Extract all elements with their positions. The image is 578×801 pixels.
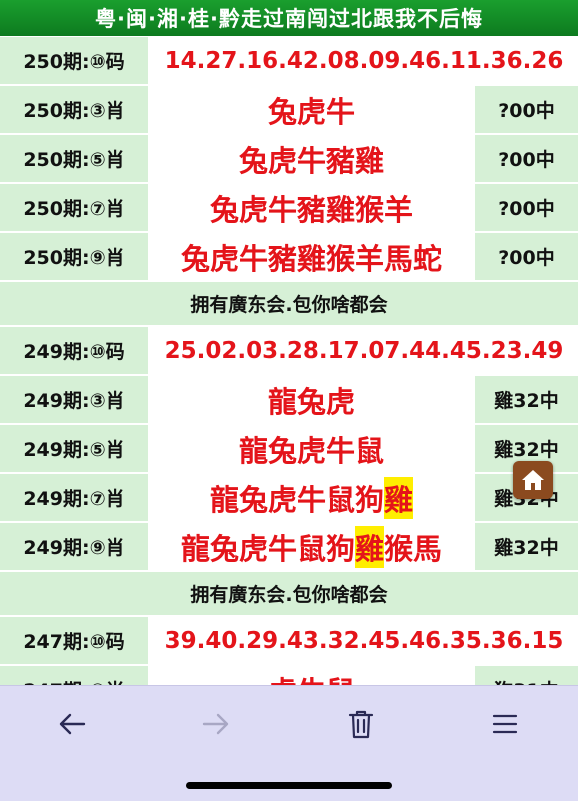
prediction-value: 39.40.29.43.32.45.46.35.36.15	[150, 617, 578, 664]
period-label: 249期:⑨肖	[0, 523, 148, 570]
table-row: 249期:③肖 龍兔虎 雞32中	[0, 376, 578, 423]
delete-button[interactable]	[341, 704, 381, 744]
period-label: 249期:⑦肖	[0, 474, 148, 521]
prediction-text: 14.27.16.42.08.09.46.11.36.26	[164, 47, 564, 74]
prediction-text: 龍兔虎牛鼠狗	[209, 482, 384, 517]
prediction-text: 龍兔虎牛鼠狗	[180, 531, 355, 566]
menu-icon	[492, 714, 518, 734]
prediction-text: 兔虎牛豬雞猴羊	[209, 192, 413, 227]
result-badge: 雞32中	[475, 523, 578, 570]
prediction-value: 25.02.03.28.17.07.44.45.23.49	[150, 327, 578, 374]
prediction-text: 兔虎牛豬雞	[238, 143, 384, 178]
prediction-value: 兔虎牛	[150, 86, 473, 133]
prediction-value: 兔虎牛豬雞猴羊	[150, 184, 473, 231]
prediction-text: 39.40.29.43.32.45.46.35.36.15	[164, 627, 564, 654]
highlighted-zodiac: 雞	[384, 476, 414, 519]
table-row: 250期:③肖 兔虎牛 ?00中	[0, 86, 578, 133]
period-label: 250期:⑤肖	[0, 135, 148, 182]
prediction-value: 龍兔虎牛鼠	[150, 425, 473, 472]
prediction-text: 25.02.03.28.17.07.44.45.23.49	[164, 337, 564, 364]
table-row: 249期:⑨肖 龍兔虎牛鼠狗雞猴馬 雞32中	[0, 523, 578, 570]
period-label: 249期:⑤肖	[0, 425, 148, 472]
page-title: 粤·闽·湘·桂·黔走过南闯过北跟我不后悔	[95, 7, 483, 31]
period-label: 250期:⑩码	[0, 37, 148, 84]
table-row: 250期:⑩码 14.27.16.42.08.09.46.11.36.26	[0, 37, 578, 84]
prediction-text: 兔虎牛	[267, 94, 355, 129]
table-row: 249期:⑤肖 龍兔虎牛鼠 雞32中	[0, 425, 578, 472]
table-row: 247期:③肖 虎牛鼠 狗31中	[0, 666, 578, 685]
period-label: 249期:③肖	[0, 376, 148, 423]
section-banner: 拥有廣东会.包你啥都会	[0, 572, 578, 615]
period-label: 250期:③肖	[0, 86, 148, 133]
prediction-text: 龍兔虎	[267, 384, 355, 419]
period-label: 249期:⑩码	[0, 327, 148, 374]
page-header: 粤·闽·湘·桂·黔走过南闯过北跟我不后悔	[0, 0, 578, 36]
period-label: 250期:⑦肖	[0, 184, 148, 231]
prediction-value: 兔虎牛豬雞	[150, 135, 473, 182]
prediction-value: 龍兔虎牛鼠狗雞	[150, 474, 473, 521]
menu-button[interactable]	[485, 704, 525, 744]
trash-icon	[348, 710, 374, 739]
forward-button[interactable]	[196, 704, 236, 744]
result-badge: ?00中	[475, 135, 578, 182]
table-row: 250期:⑨肖 兔虎牛豬雞猴羊馬蛇 ?00中	[0, 233, 578, 280]
home-button[interactable]	[513, 461, 553, 499]
home-indicator[interactable]	[186, 782, 392, 789]
result-badge: ?00中	[475, 184, 578, 231]
period-label: 250期:⑨肖	[0, 233, 148, 280]
table-row: 250期:⑦肖 兔虎牛豬雞猴羊 ?00中	[0, 184, 578, 231]
prediction-text: 猴馬	[384, 531, 443, 566]
prediction-text: 龍兔虎牛鼠	[238, 433, 384, 468]
forward-arrow-icon	[202, 713, 229, 735]
prediction-value: 龍兔虎	[150, 376, 473, 423]
period-label: 247期:⑩码	[0, 617, 148, 664]
prediction-text: 兔虎牛豬雞猴羊馬蛇	[180, 241, 442, 276]
prediction-value: 龍兔虎牛鼠狗雞猴馬	[150, 523, 473, 570]
period-label: 247期:③肖	[0, 666, 148, 685]
highlighted-zodiac: 雞	[354, 525, 384, 568]
back-arrow-icon	[59, 713, 86, 735]
result-badge: ?00中	[475, 233, 578, 280]
table-row: 250期:⑤肖 兔虎牛豬雞 ?00中	[0, 135, 578, 182]
result-badge: ?00中	[475, 86, 578, 133]
back-button[interactable]	[52, 704, 92, 744]
prediction-value: 兔虎牛豬雞猴羊馬蛇	[150, 233, 473, 280]
prediction-value: 虎牛鼠	[150, 666, 473, 685]
table-row: 247期:⑩码 39.40.29.43.32.45.46.35.36.15	[0, 617, 578, 664]
prediction-value: 14.27.16.42.08.09.46.11.36.26	[150, 37, 578, 84]
result-badge: 雞32中	[475, 376, 578, 423]
table-row: 249期:⑩码 25.02.03.28.17.07.44.45.23.49	[0, 327, 578, 374]
home-icon	[522, 470, 544, 490]
result-badge: 狗31中	[475, 666, 578, 685]
section-banner: 拥有廣东会.包你啥都会	[0, 282, 578, 325]
results-table: 250期:⑩码 14.27.16.42.08.09.46.11.36.26 250期…	[0, 37, 578, 685]
prediction-text: 虎牛鼠	[268, 669, 355, 686]
table-row: 249期:⑦肖 龍兔虎牛鼠狗雞雞32中	[0, 474, 578, 521]
